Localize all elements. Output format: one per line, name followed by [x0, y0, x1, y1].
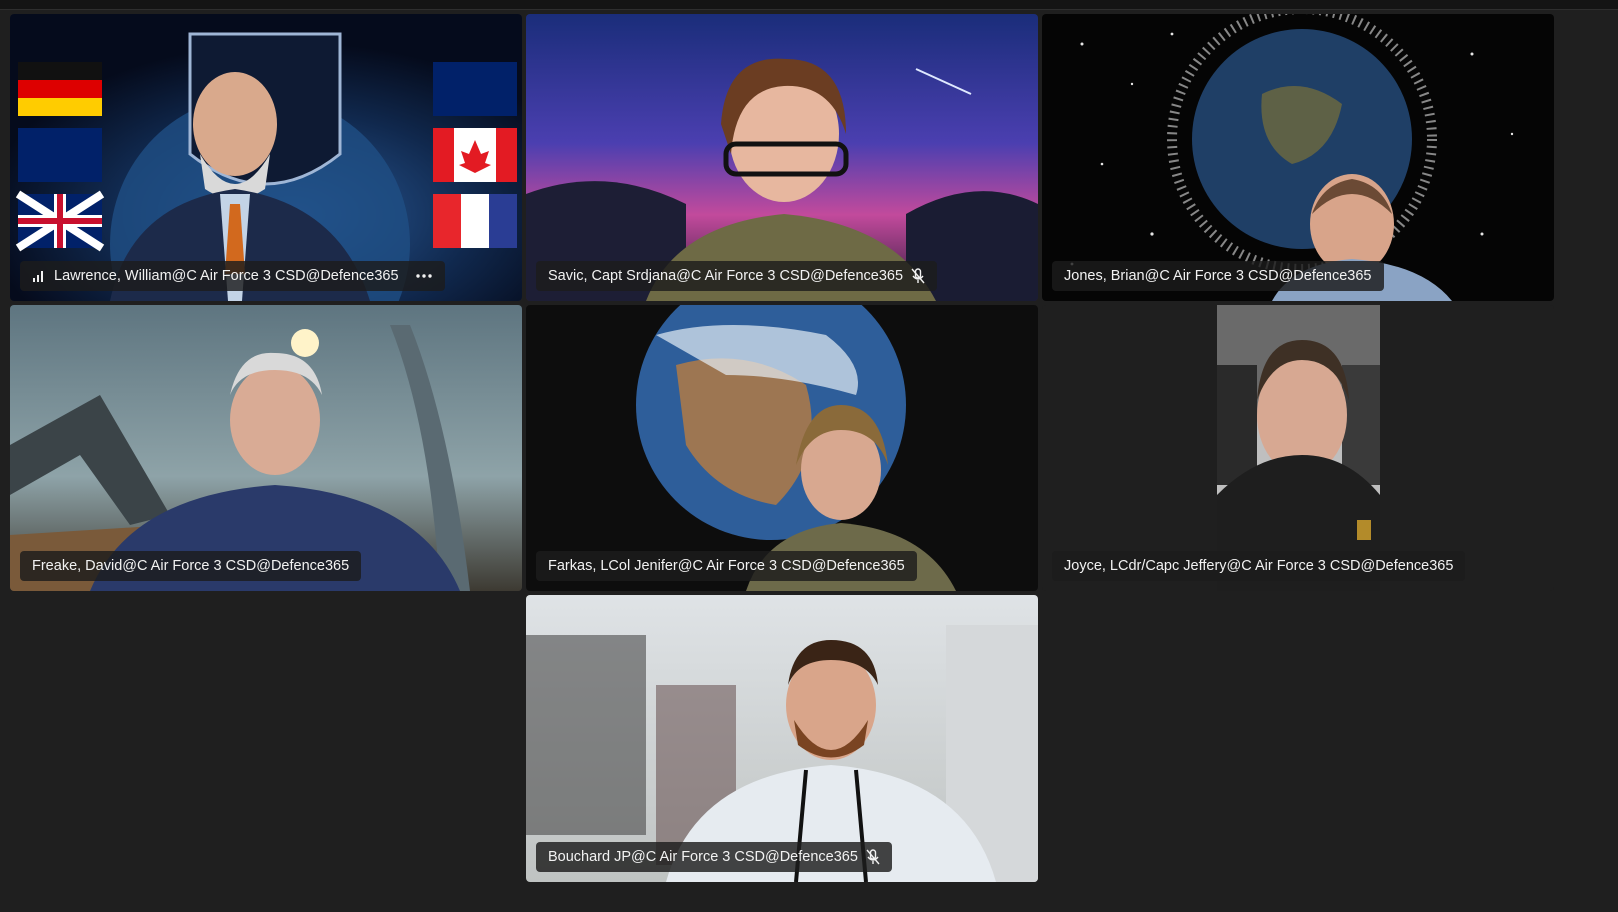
video-feed — [526, 595, 1038, 882]
participant-name-label: Farkas, LCol Jenifer@C Air Force 3 CSD@D… — [536, 551, 917, 581]
video-tile-jones[interactable]: Jones, Brian@C Air Force 3 CSD@Defence36… — [1042, 14, 1554, 301]
participant-name: Savic, Capt Srdjana@C Air Force 3 CSD@De… — [548, 268, 904, 284]
participant-name-label: Freake, David@C Air Force 3 CSD@Defence3… — [20, 551, 362, 581]
video-feed — [10, 305, 522, 591]
video-feed — [1217, 305, 1380, 591]
participant-name: Freake, David@C Air Force 3 CSD@Defence3… — [32, 558, 350, 574]
video-tile-lawrence[interactable]: Lawrence, William@C Air Force 3 CSD@Defe… — [10, 14, 522, 301]
participant-name-label: Lawrence, William@C Air Force 3 CSD@Defe… — [20, 261, 445, 291]
signal-bars-icon — [32, 270, 46, 282]
participant-name-label: Savic, Capt Srdjana@C Air Force 3 CSD@De… — [536, 261, 938, 291]
video-tile-joyce[interactable]: Joyce, LCdr/Capc Jeffery@C Air Force 3 C… — [1042, 305, 1554, 591]
participant-name: Jones, Brian@C Air Force 3 CSD@Defence36… — [1064, 268, 1372, 284]
video-tile-bouchard[interactable]: Bouchard JP@C Air Force 3 CSD@Defence365 — [526, 595, 1038, 882]
video-tile-freake[interactable]: Freake, David@C Air Force 3 CSD@Defence3… — [10, 305, 522, 591]
participant-name-label: Joyce, LCdr/Capc Jeffery@C Air Force 3 C… — [1052, 551, 1466, 581]
mic-muted-icon — [911, 268, 925, 284]
video-tile-savic[interactable]: Savic, Capt Srdjana@C Air Force 3 CSD@De… — [526, 14, 1038, 301]
mic-muted-icon — [866, 849, 880, 865]
video-feed — [10, 14, 522, 301]
participant-name: Joyce, LCdr/Capc Jeffery@C Air Force 3 C… — [1064, 558, 1454, 574]
participant-name: Farkas, LCol Jenifer@C Air Force 3 CSD@D… — [548, 558, 905, 574]
participant-name-label: Jones, Brian@C Air Force 3 CSD@Defence36… — [1052, 261, 1384, 291]
video-feed — [526, 305, 1038, 591]
participant-name-label: Bouchard JP@C Air Force 3 CSD@Defence365 — [536, 842, 892, 872]
window-top-bar — [0, 0, 1618, 10]
video-tile-farkas[interactable]: Farkas, LCol Jenifer@C Air Force 3 CSD@D… — [526, 305, 1038, 591]
participant-name: Lawrence, William@C Air Force 3 CSD@Defe… — [54, 268, 399, 284]
more-options-icon[interactable] — [415, 273, 433, 279]
video-feed — [526, 14, 1038, 301]
video-feed — [1042, 14, 1554, 301]
participant-name: Bouchard JP@C Air Force 3 CSD@Defence365 — [548, 849, 858, 865]
